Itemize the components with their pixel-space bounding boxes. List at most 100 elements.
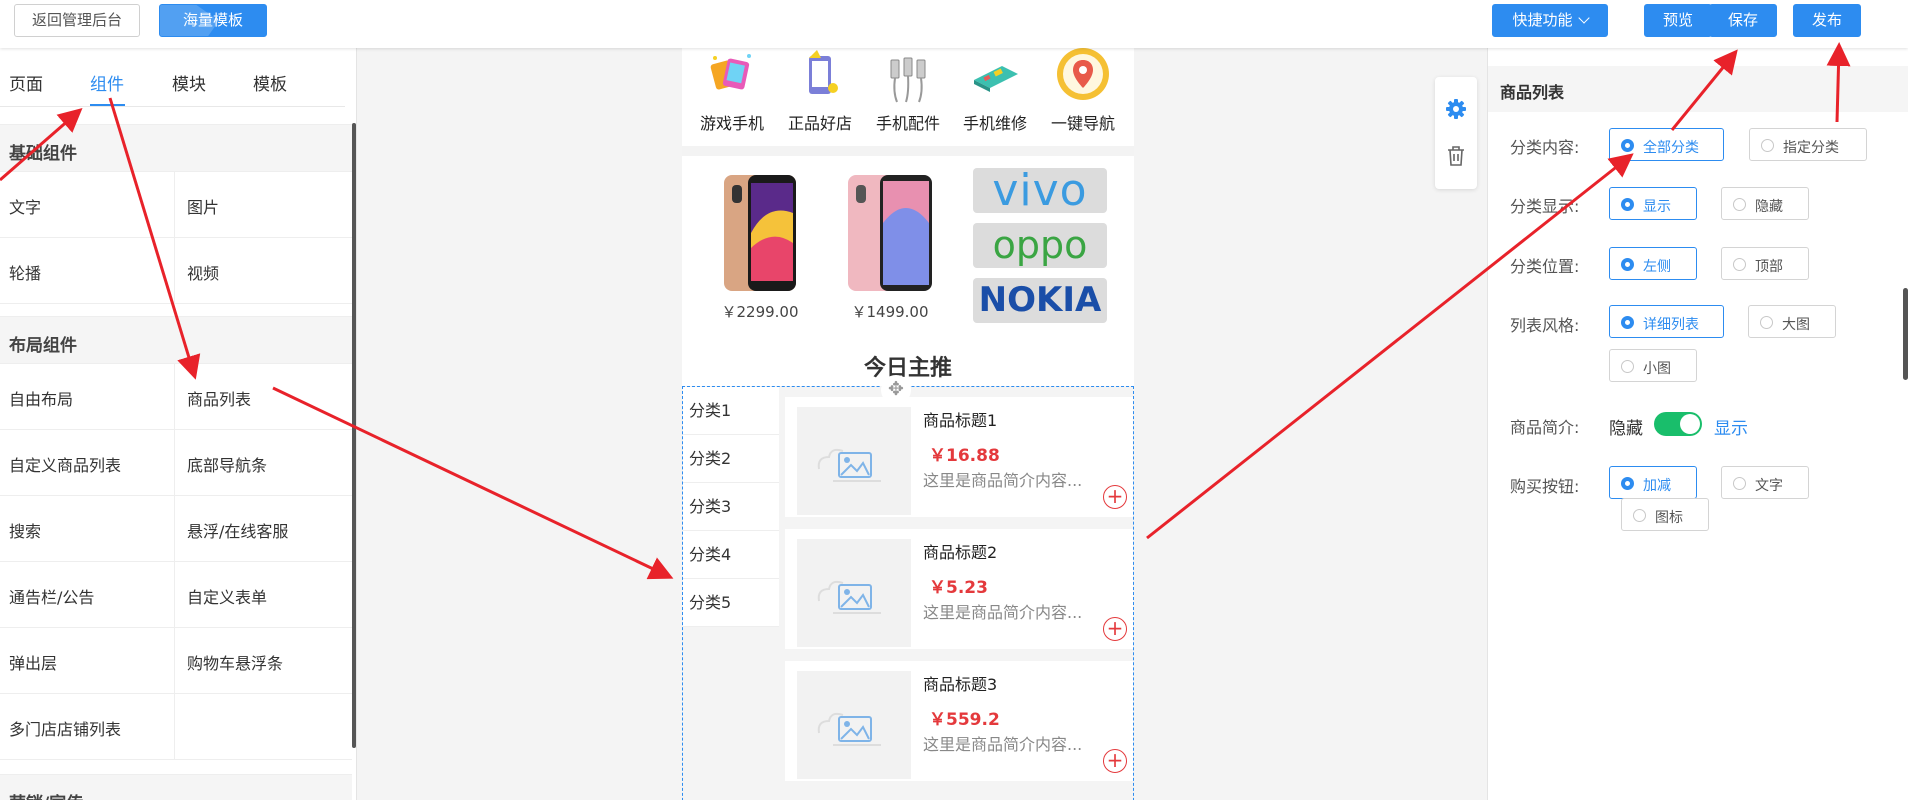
category-item[interactable]: 分类1 xyxy=(683,387,779,435)
buy-button-label: 购买按钮: xyxy=(1510,477,1580,496)
component-toolbox xyxy=(1435,77,1477,189)
nav-game-phone[interactable]: 游戏手机 xyxy=(688,48,776,134)
radio-label: 大图 xyxy=(1782,317,1810,333)
radio-buy-text[interactable]: 文字 xyxy=(1721,466,1809,499)
nav-genuine-store[interactable]: 正品好店 xyxy=(776,48,864,134)
radio-hide-category[interactable]: 隐藏 xyxy=(1721,187,1809,220)
radio-show-category[interactable]: 显示 xyxy=(1609,187,1697,220)
radio-label: 文字 xyxy=(1755,478,1783,494)
image-placeholder-icon xyxy=(797,671,911,779)
component-image[interactable]: 图片 xyxy=(175,172,352,238)
brand-logo-oppo[interactable]: oppo xyxy=(973,223,1107,268)
category-item[interactable]: 分类3 xyxy=(683,483,779,531)
radio-style-big-image[interactable]: 大图 xyxy=(1748,305,1836,338)
component-panel: 页面 组件 模块 模板 基础组件 文字 图片 轮播 视频 布局组件 自由布局 商… xyxy=(0,48,357,800)
component-carousel[interactable]: 轮播 xyxy=(0,238,175,304)
trash-icon[interactable] xyxy=(1446,145,1466,167)
category-item[interactable]: 分类4 xyxy=(683,531,779,579)
radio-specified-categories[interactable]: 指定分类 xyxy=(1749,128,1867,161)
chevron-down-icon xyxy=(1577,12,1590,24)
intro-toggle-switch[interactable] xyxy=(1654,412,1702,436)
component-video[interactable]: 视频 xyxy=(175,238,352,304)
goods-desc: 这里是商品简介内容... xyxy=(923,603,1083,622)
nav-label: 手机配件 xyxy=(875,114,940,133)
radio-dot xyxy=(1760,316,1773,329)
component-label: 底部导航条 xyxy=(187,456,268,475)
nav-accessories[interactable]: 手机配件 xyxy=(864,48,952,134)
brand-logo-vivo[interactable]: vivo xyxy=(973,168,1107,213)
goods-list-component[interactable]: ✥ 分类1 分类2 分类3 分类4 分类5 商品标题1 ￥16.88 这里是商品… xyxy=(682,375,1134,800)
radio-dot xyxy=(1621,477,1634,490)
properties-header: 商品列表 xyxy=(1488,66,1908,112)
preview-button[interactable]: 预览 xyxy=(1644,4,1712,37)
component-free-layout[interactable]: 自由布局 xyxy=(0,364,175,430)
component-notice[interactable]: 通告栏/公告 xyxy=(0,562,175,628)
goods-item[interactable]: 商品标题2 ￥5.23 这里是商品简介内容... + xyxy=(785,529,1133,649)
radio-label: 左侧 xyxy=(1643,259,1671,275)
component-store-list[interactable]: 多门店店铺列表 xyxy=(0,694,175,760)
templates-button[interactable]: 海量模板 xyxy=(159,4,267,37)
tab-pages[interactable]: 页面 xyxy=(9,70,43,95)
add-to-cart-icon[interactable]: + xyxy=(1103,485,1127,509)
game-phone-icon xyxy=(710,54,751,90)
radio-position-top[interactable]: 顶部 xyxy=(1721,247,1809,280)
component-label: 搜索 xyxy=(9,522,42,541)
genuine-store-icon xyxy=(809,50,838,94)
add-to-cart-icon[interactable]: + xyxy=(1103,617,1127,641)
section-layout-title: 布局组件 xyxy=(9,336,77,356)
component-label: 悬浮/在线客服 xyxy=(187,522,289,541)
category-item[interactable]: 分类2 xyxy=(683,435,779,483)
properties-panel: 商品列表 分类内容: 全部分类 指定分类 分类显示: 显示 隐藏 分类位置: 左… xyxy=(1487,48,1908,800)
section-layout: 布局组件 xyxy=(0,316,352,364)
active-tab-indicator xyxy=(90,104,125,106)
section-marketing: 营销/宣传 xyxy=(0,774,352,800)
tab-modules[interactable]: 模块 xyxy=(172,70,206,95)
quick-functions-button[interactable]: 快捷功能 xyxy=(1492,4,1608,37)
component-search[interactable]: 搜索 xyxy=(0,496,175,562)
goods-title: 商品标题2 xyxy=(923,543,998,562)
component-bottom-nav[interactable]: 底部导航条 xyxy=(175,430,352,496)
right-scrollbar[interactable] xyxy=(1903,288,1908,380)
publish-button[interactable]: 发布 xyxy=(1793,4,1861,37)
intro-label: 商品简介: xyxy=(1510,418,1580,437)
section-marketing-title: 营销/宣传 xyxy=(9,789,83,800)
component-cart-bar[interactable]: 购物车悬浮条 xyxy=(175,628,352,694)
radio-buy-plus-minus[interactable]: 加减 xyxy=(1609,466,1697,499)
nav-navigation[interactable]: 一键导航 xyxy=(1039,48,1127,134)
component-text[interactable]: 文字 xyxy=(0,172,175,238)
brand-name: NOKIA xyxy=(978,280,1102,320)
product-card[interactable]: ￥1499.00 xyxy=(834,173,946,322)
component-goods-list[interactable]: 商品列表 xyxy=(175,364,352,430)
radio-position-left[interactable]: 左侧 xyxy=(1609,247,1697,280)
goods-item[interactable]: 商品标题1 ￥16.88 这里是商品简介内容... + xyxy=(785,397,1133,517)
goods-item[interactable]: 商品标题3 ￥559.2 这里是商品简介内容... + xyxy=(785,661,1133,781)
component-label: 自定义商品列表 xyxy=(9,456,122,475)
radio-dot xyxy=(1621,139,1634,152)
category-display-label: 分类显示: xyxy=(1510,197,1580,216)
radio-style-detailed[interactable]: 详细列表 xyxy=(1609,305,1724,338)
add-to-cart-icon[interactable]: + xyxy=(1103,749,1127,773)
goods-title: 商品标题3 xyxy=(923,675,998,694)
radio-buy-icon[interactable]: 图标 xyxy=(1621,498,1709,531)
component-popup[interactable]: 弹出层 xyxy=(0,628,175,694)
tab-components[interactable]: 组件 xyxy=(90,70,124,95)
component-label: 多门店店铺列表 xyxy=(9,720,122,739)
radio-style-small-image[interactable]: 小图 xyxy=(1609,349,1697,382)
radio-all-categories[interactable]: 全部分类 xyxy=(1609,128,1724,161)
map-pin-icon xyxy=(1057,48,1109,100)
image-placeholder-icon xyxy=(797,539,911,647)
back-to-admin-button[interactable]: 返回管理后台 xyxy=(14,4,140,37)
component-custom-goods-list[interactable]: 自定义商品列表 xyxy=(0,430,175,496)
save-button[interactable]: 保存 xyxy=(1709,4,1777,37)
category-item[interactable]: 分类5 xyxy=(683,579,779,627)
gear-icon[interactable] xyxy=(1446,99,1466,119)
component-floating-service[interactable]: 悬浮/在线客服 xyxy=(175,496,352,562)
product-card[interactable]: ￥2299.00 xyxy=(704,173,816,322)
left-scrollbar[interactable] xyxy=(352,123,356,748)
list-style-label: 列表风格: xyxy=(1510,316,1580,335)
brand-logo-nokia[interactable]: NOKIA xyxy=(973,278,1107,323)
nav-repair[interactable]: 手机维修 xyxy=(951,48,1039,134)
top-toolbar: 返回管理后台 海量模板 快捷功能 预览 保存 发布 xyxy=(0,0,1908,48)
component-custom-form[interactable]: 自定义表单 xyxy=(175,562,352,628)
tab-templates[interactable]: 模板 xyxy=(253,70,287,95)
